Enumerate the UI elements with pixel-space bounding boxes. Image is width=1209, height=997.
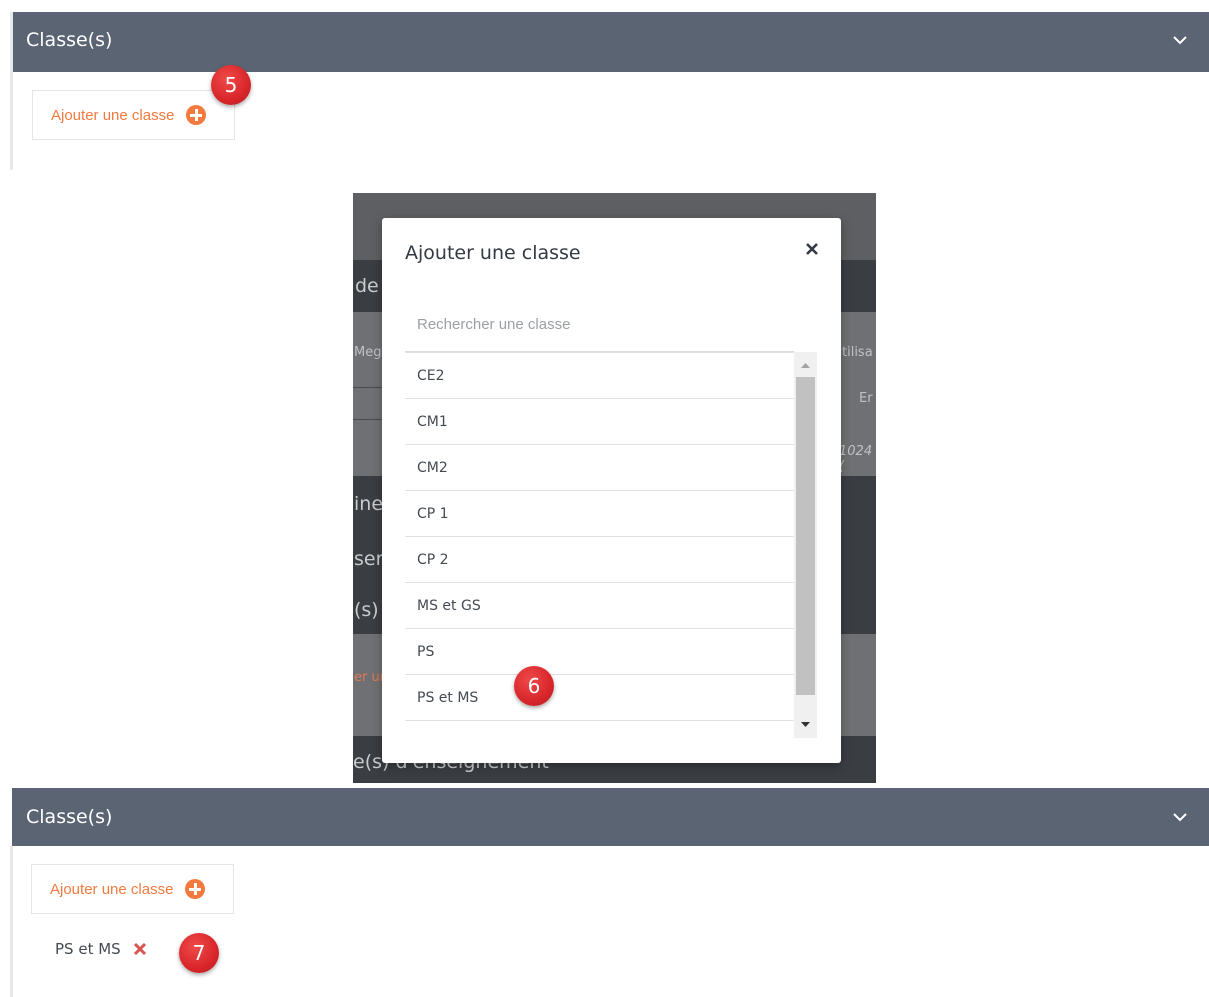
- list-item[interactable]: CE2: [405, 352, 794, 398]
- list-scrollbar[interactable]: [794, 352, 817, 738]
- selected-class-label: PS et MS: [55, 940, 121, 958]
- plus-circle-icon: [185, 879, 206, 899]
- classes-panel-after: Classe(s) Ajouter une classe PS et MS 7: [0, 788, 1209, 997]
- list-item[interactable]: CP 1: [405, 490, 794, 536]
- bg-fragment: Er: [859, 391, 873, 406]
- add-class-button[interactable]: Ajouter une classe: [32, 90, 235, 140]
- panel-left-border: [10, 12, 13, 170]
- add-class-dialog: Ajouter une classe CE2 CM1 CM2 CP 1 CP 2…: [382, 218, 841, 763]
- step-badge-5: 5: [211, 65, 251, 105]
- classes-header-bar[interactable]: Classe(s): [12, 12, 1209, 72]
- bg-fragment: 1024 (: [839, 444, 873, 474]
- bg-fragment: tilisa: [842, 345, 873, 360]
- bg-rule: [353, 387, 383, 388]
- step-badge-7: 7: [179, 933, 219, 973]
- search-class-input[interactable]: [405, 298, 794, 352]
- classes-header-bar[interactable]: Classe(s): [12, 788, 1209, 846]
- panel-left-border: [10, 846, 13, 997]
- chevron-down-icon[interactable]: [1171, 31, 1189, 49]
- scrollbar-thumb[interactable]: [796, 377, 815, 695]
- classes-header-title: Classe(s): [26, 806, 113, 828]
- add-class-label: Ajouter une classe: [50, 880, 174, 898]
- classes-header-title: Classe(s): [26, 29, 113, 51]
- chevron-down-icon[interactable]: [1171, 808, 1189, 826]
- scroll-down-arrow-icon[interactable]: [794, 715, 817, 735]
- remove-class-icon[interactable]: [133, 942, 147, 956]
- list-item[interactable]: MS et GS: [405, 582, 794, 628]
- add-class-modal-screenshot: de Meg tilisa Er 1024 ( ine ser (s) er u…: [353, 193, 876, 783]
- list-item[interactable]: CM2: [405, 444, 794, 490]
- add-class-button[interactable]: Ajouter une classe: [31, 864, 234, 914]
- bg-fragment: Meg: [354, 345, 382, 360]
- list-item-ps-et-ms[interactable]: PS et MS: [405, 674, 794, 720]
- plus-circle-icon: [186, 105, 207, 125]
- list-item[interactable]: CM1: [405, 398, 794, 444]
- close-icon[interactable]: [805, 242, 819, 256]
- bg-fragment: ser: [354, 548, 384, 570]
- add-class-label: Ajouter une classe: [51, 106, 175, 124]
- bg-fragment: ine: [354, 493, 384, 515]
- list-item[interactable]: CP 2: [405, 536, 794, 582]
- class-list: CE2 CM1 CM2 CP 1 CP 2 MS et GS PS PS et …: [405, 352, 817, 738]
- selected-class-tag: PS et MS: [55, 940, 147, 958]
- list-item[interactable]: ULIS: [405, 720, 794, 738]
- bg-rule: [353, 419, 383, 420]
- scroll-up-arrow-icon[interactable]: [794, 355, 817, 375]
- step-badge-6: 6: [514, 666, 554, 706]
- bg-fragment: (s): [354, 599, 379, 621]
- bg-fragment: de: [355, 275, 379, 297]
- bg-fragment: er ur: [354, 670, 386, 685]
- dialog-title: Ajouter une classe: [405, 242, 581, 264]
- classes-panel-before: Classe(s) Ajouter une classe 5: [0, 12, 1209, 170]
- list-item[interactable]: PS: [405, 628, 794, 674]
